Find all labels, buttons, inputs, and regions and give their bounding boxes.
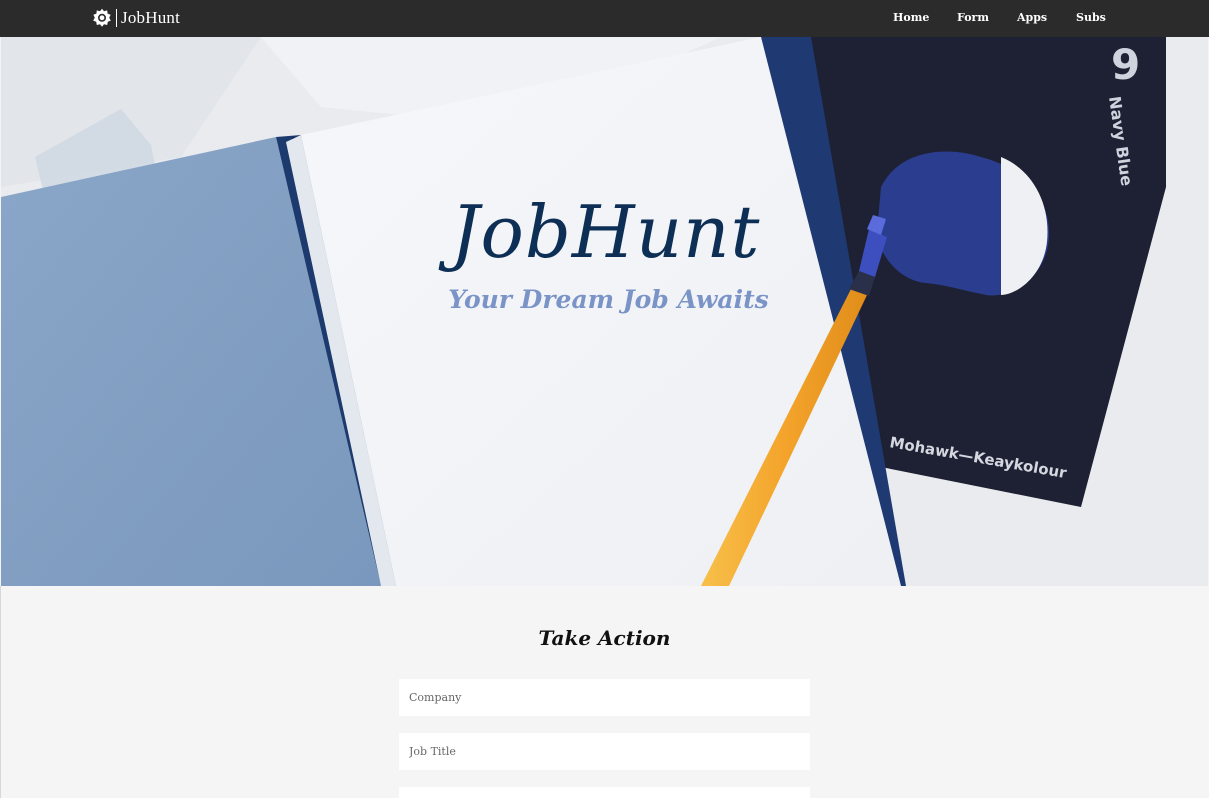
nav-apps[interactable]: Apps [1017, 11, 1047, 24]
nav-form[interactable]: Form [957, 11, 989, 24]
hero-subtitle: Your Dream Job Awaits [448, 285, 769, 314]
card-number: 9 [1111, 40, 1140, 89]
form-heading: Take Action [538, 626, 671, 650]
brand-name: JobHunt [121, 8, 181, 27]
brand-divider [116, 9, 117, 27]
nav-subs[interactable]: Subs [1076, 11, 1106, 24]
job-title-input[interactable] [399, 733, 810, 770]
navbar: JobHunt Home Form Apps Subs [0, 0, 1209, 37]
next-field[interactable] [399, 787, 810, 798]
brand-link[interactable]: JobHunt [92, 7, 180, 29]
nav-home[interactable]: Home [893, 11, 929, 24]
company-input[interactable] [399, 679, 810, 716]
gear-icon [93, 8, 111, 27]
hero-title: JobHunt [450, 190, 761, 274]
hero-banner: 9 Navy Blue Mohawk—Keaykolour JobHunt Yo… [1, 37, 1208, 586]
